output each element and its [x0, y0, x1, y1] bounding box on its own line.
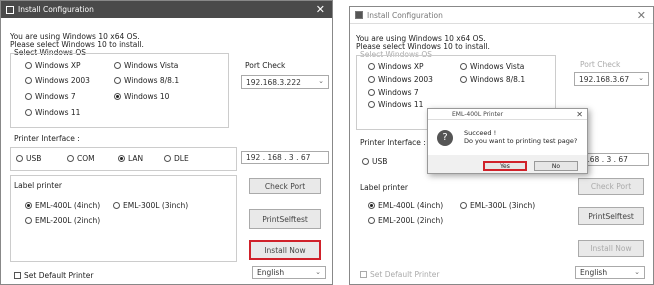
os-option-11[interactable]: Windows 11 — [25, 108, 80, 117]
os-option-2003[interactable]: Windows 2003 — [368, 75, 433, 84]
check-port-button[interactable]: Check Port — [249, 178, 321, 194]
os-option-7[interactable]: Windows 7 — [25, 92, 76, 101]
dialog-close-icon[interactable]: ✕ — [576, 109, 583, 120]
os-option-7[interactable]: Windows 7 — [368, 88, 419, 97]
printer-interface-label: Printer Interface : — [360, 138, 426, 147]
os-option-vista[interactable]: Windows Vista — [114, 61, 178, 70]
interface-usb[interactable]: USB — [16, 154, 41, 163]
dialog-title: EML-400L Printer — [452, 111, 504, 118]
os-option-10[interactable]: Windows 10 — [114, 92, 169, 101]
dialog-yes-button[interactable]: Yes — [483, 161, 527, 171]
port-select[interactable]: 192.168.3.222 ⌄ — [241, 75, 329, 89]
install-config-window-right: Install Configuration ✕ You are using Wi… — [349, 6, 654, 285]
language-select[interactable]: English ⌄ — [575, 266, 645, 279]
chevron-down-icon: ⌄ — [638, 74, 644, 82]
os-option-xp[interactable]: Windows XP — [25, 61, 81, 70]
title-bar: Install Configuration ✕ — [1, 1, 332, 18]
printer-interface-label: Printer Interface : — [14, 134, 80, 143]
window-title: Install Configuration — [367, 10, 443, 20]
os-option-vista[interactable]: Windows Vista — [460, 62, 524, 71]
close-icon[interactable]: ✕ — [637, 9, 646, 22]
os-option-8[interactable]: Windows 8/8.1 — [114, 76, 179, 85]
language-select[interactable]: English ⌄ — [252, 266, 326, 279]
close-icon[interactable]: ✕ — [316, 3, 325, 16]
title-bar: Install Configuration ✕ — [350, 7, 653, 24]
printer-eml200[interactable]: EML-200L (2inch) — [368, 216, 443, 225]
chevron-down-icon: ⌄ — [318, 77, 324, 85]
port-select[interactable]: 192.168.3.67 ⌄ — [574, 72, 649, 86]
install-now-button[interactable]: Install Now — [249, 240, 321, 260]
dialog-message-line1: Succeed ! — [464, 129, 497, 137]
check-port-button[interactable]: Check Port — [578, 178, 644, 195]
printer-eml400[interactable]: EML-400L (4inch) — [368, 201, 443, 210]
interface-usb[interactable]: USB — [362, 157, 387, 166]
interface-lan[interactable]: LAN — [118, 154, 143, 163]
question-icon: ? — [437, 130, 453, 146]
printer-eml200[interactable]: EML-200L (2inch) — [25, 216, 100, 225]
app-icon — [355, 11, 363, 19]
chevron-down-icon: ⌄ — [634, 268, 640, 276]
os-option-8[interactable]: Windows 8/8.1 — [460, 75, 525, 84]
print-selftest-button[interactable]: PrintSelftest — [249, 209, 321, 229]
interface-com[interactable]: COM — [67, 154, 95, 163]
set-default-printer-checkbox[interactable]: Set Default Printer — [360, 270, 439, 279]
printer-eml300[interactable]: EML-300L (3inch) — [460, 201, 535, 210]
interface-dle[interactable]: DLE — [164, 154, 189, 163]
os-option-11[interactable]: Windows 11 — [368, 100, 423, 109]
set-default-printer-checkbox[interactable]: Set Default Printer — [14, 271, 93, 280]
ip-address-field[interactable]: 168 . 3 . 67 — [580, 153, 649, 166]
print-test-dialog: EML-400L Printer ✕ ? Succeed ! Do you wa… — [427, 108, 588, 174]
app-icon — [6, 5, 14, 14]
install-config-window-left: Install Configuration ✕ You are using Wi… — [0, 0, 333, 285]
port-check-label: Port Check — [245, 61, 286, 70]
printer-eml300[interactable]: EML-300L (3inch) — [113, 201, 188, 210]
dialog-title-bar: EML-400L Printer ✕ — [428, 109, 587, 120]
port-check-label: Port Check — [580, 60, 621, 69]
print-selftest-button[interactable]: PrintSelftest — [578, 207, 644, 225]
label-printer-label: Label printer — [360, 183, 408, 192]
os-option-2003[interactable]: Windows 2003 — [25, 76, 90, 85]
dialog-no-button[interactable]: No — [534, 161, 578, 171]
chevron-down-icon: ⌄ — [315, 268, 321, 276]
os-option-xp[interactable]: Windows XP — [368, 62, 424, 71]
dialog-message-line2: Do you want to printing test page? — [464, 137, 578, 145]
install-now-button[interactable]: Install Now — [578, 240, 644, 257]
window-title: Install Configuration — [18, 5, 94, 14]
printer-eml400[interactable]: EML-400L (4inch) — [25, 201, 100, 210]
ip-address-field[interactable]: 192 . 168 . 3 . 67 — [241, 151, 329, 164]
